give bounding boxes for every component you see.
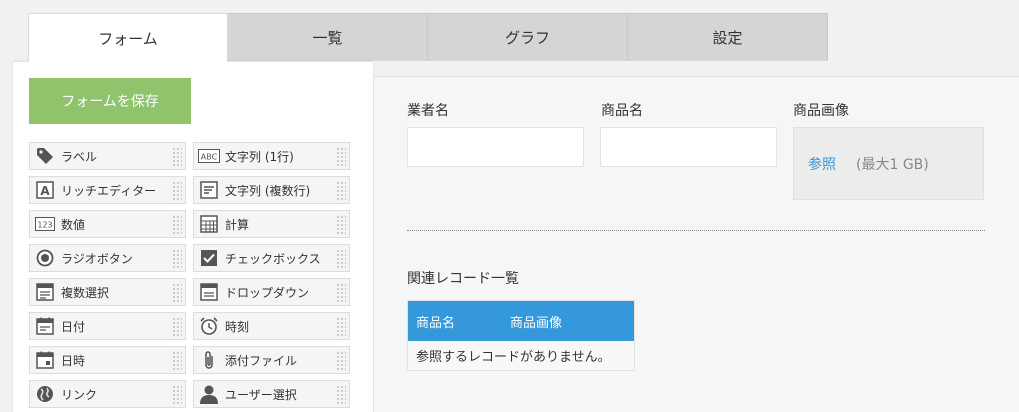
abc-text-icon: ABC [198,145,220,167]
column-header-product-image: 商品画像 [510,315,563,331]
palette-item-text: チェックボックス [225,251,321,266]
palette-item-text: 日時 [61,353,86,368]
multi-select-icon [34,281,56,303]
drag-handle-icon[interactable] [336,215,346,235]
paperclip-icon [198,349,220,371]
calendar-icon [34,315,56,337]
palette-item-text: ドロップダウン [225,285,310,300]
product-name-label: 商品名 [601,103,643,119]
drag-handle-icon[interactable] [336,147,346,167]
column-header-product-name: 商品名 [416,315,456,331]
tab-bar: フォーム 一覧 グラフ 設定 [28,13,828,62]
palette-item-text: 計算 [225,217,250,232]
user-icon [198,383,220,405]
palette-item-text: ラジオボタン [61,251,133,266]
dropdown-icon [198,281,220,303]
drag-handle-icon[interactable] [336,351,346,371]
palette-item-text: 時刻 [225,319,250,334]
tag-icon [34,145,56,167]
palette-item-multi-select[interactable]: 複数選択 [29,278,186,306]
browse-link[interactable]: 参照 [808,154,836,174]
radio-button-icon [34,247,56,269]
palette-item-multi-line-text[interactable]: 文字列 (複数行) [193,176,350,204]
tab-settings[interactable]: 設定 [628,13,828,61]
palette-item-radio-button[interactable]: ラジオボタン [29,244,186,272]
alarm-clock-icon [198,315,220,337]
palette-item-text: 日付 [61,319,86,334]
palette-item-user-select[interactable]: ユーザー選択 [193,380,350,408]
product-image-label: 商品画像 [793,103,849,119]
palette-item-datetime[interactable]: 日時 [29,346,186,374]
calculator-icon [198,213,220,235]
form-canvas: 業者名 商品名 商品画像 参照 (最大1 GB) 関連レコード一覧 商品名 商品… [373,76,1019,412]
palette-item-text: 添付ファイル [225,353,298,368]
svg-text:A: A [40,184,50,198]
palette-item-label[interactable]: ラベル [29,142,186,170]
datetime-icon [34,349,56,371]
drag-handle-icon[interactable] [172,249,182,269]
related-records-header: 商品名 商品画像 [408,301,634,341]
drag-handle-icon[interactable] [336,249,346,269]
palette-item-date[interactable]: 日付 [29,312,186,340]
drag-handle-icon[interactable] [336,317,346,337]
app-stage: フォーム 一覧 グラフ 設定 フォームを保存 ラベル ABC 文字列 (1行) [0,0,1019,412]
drag-handle-icon[interactable] [172,317,182,337]
palette-item-text: 文字列 (1行) [225,149,294,164]
drag-handle-icon[interactable] [172,147,182,167]
palette-item-text: ラベル [61,149,98,164]
field-palette-panel: フォームを保存 ラベル ABC 文字列 (1行) A リッチエディター 文字列 … [13,61,373,412]
palette-item-checkbox[interactable]: チェックボックス [193,244,350,272]
palette-item-calculation[interactable]: 計算 [193,210,350,238]
section-divider [407,230,985,231]
checkbox-icon [198,247,220,269]
drag-handle-icon[interactable] [336,385,346,405]
product-name-input[interactable] [600,127,777,167]
drag-handle-icon[interactable] [172,385,182,405]
tab-graph[interactable]: グラフ [428,13,628,61]
palette-item-text: 数値 [61,217,86,232]
svg-text:123: 123 [37,221,52,230]
palette-item-text: リンク [61,387,98,402]
svg-text:ABC: ABC [201,153,218,162]
vendor-name-label: 業者名 [407,103,449,119]
palette-item-single-line-text[interactable]: ABC 文字列 (1行) [193,142,350,170]
related-records-empty-message: 参照するレコードがありません。 [408,341,634,370]
drag-handle-icon[interactable] [172,351,182,371]
palette-item-text: リッチエディター [61,183,157,198]
drag-handle-icon[interactable] [336,181,346,201]
palette-item-link[interactable]: リンク [29,380,186,408]
globe-icon [34,383,56,405]
palette-item-text: 文字列 (複数行) [225,183,311,198]
palette-item-text: 複数選択 [61,285,110,300]
tab-form[interactable]: フォーム [28,13,228,62]
drag-handle-icon[interactable] [336,283,346,303]
rich-editor-icon: A [34,179,56,201]
palette-item-text: ユーザー選択 [225,387,297,402]
palette-item-number[interactable]: 123 数値 [29,210,186,238]
file-size-limit: (最大1 GB) [856,156,929,173]
vendor-name-input[interactable] [407,127,584,167]
palette-item-time[interactable]: 時刻 [193,312,350,340]
palette-item-dropdown[interactable]: ドロップダウン [193,278,350,306]
number-123-icon: 123 [34,213,56,235]
drag-handle-icon[interactable] [172,283,182,303]
palette-item-rich-editor[interactable]: A リッチエディター [29,176,186,204]
save-form-button[interactable]: フォームを保存 [29,78,191,124]
drag-handle-icon[interactable] [172,215,182,235]
related-records-table: 商品名 商品画像 参照するレコードがありません。 [407,300,635,371]
product-image-upload: 参照 (最大1 GB) [793,127,984,200]
palette-item-attachment[interactable]: 添付ファイル [193,346,350,374]
field-palette: ラベル ABC 文字列 (1行) A リッチエディター 文字列 (複数行) 12… [29,142,350,408]
multiline-text-icon [198,179,220,201]
drag-handle-icon[interactable] [172,181,182,201]
related-records-title: 関連レコード一覧 [407,271,519,287]
tab-list[interactable]: 一覧 [228,13,428,61]
